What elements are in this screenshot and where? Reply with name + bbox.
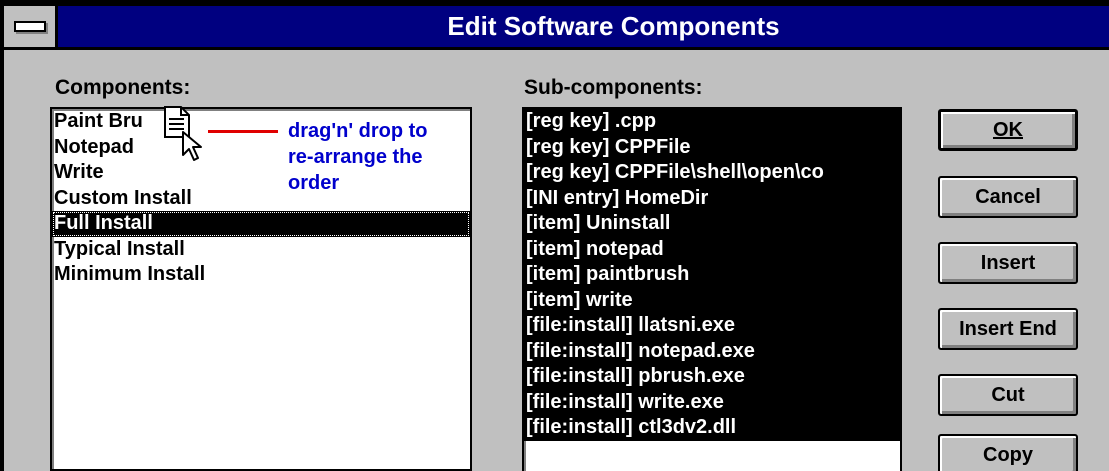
list-item[interactable]: [file:install] write.exe (524, 389, 900, 415)
title-bar[interactable]: Edit Software Components (4, 6, 1109, 50)
annotation-line: order (288, 172, 340, 194)
list-item-selected[interactable]: Full Install (52, 211, 470, 237)
cancel-button[interactable]: Cancel (938, 176, 1078, 218)
annotation-arrow-line (208, 130, 278, 133)
insert-button[interactable]: Insert (938, 242, 1078, 284)
list-item[interactable]: [reg key] CPPFile\shell\open\co (524, 160, 900, 186)
cut-button-label: Cut (991, 384, 1025, 406)
system-menu-icon[interactable] (4, 6, 58, 47)
dialog-window: Edit Software Components Components: Pai… (0, 0, 1109, 471)
annotation-line: drag'n' drop to (288, 120, 428, 142)
arrow-cursor-icon (182, 131, 202, 161)
ok-button[interactable]: OK (938, 109, 1078, 151)
insert-button-label: Insert (980, 252, 1036, 274)
list-item[interactable]: [file:install] llatsni.exe (524, 313, 900, 339)
list-item[interactable]: [item] paintbrush (524, 262, 900, 288)
subcomponents-listbox[interactable]: [reg key] .cpp [reg key] CPPFile [reg ke… (522, 107, 902, 471)
list-item[interactable]: [file:install] pbrush.exe (524, 364, 900, 390)
list-item[interactable]: [reg key] CPPFile (524, 134, 900, 160)
copy-button-label: Copy (983, 444, 1033, 466)
insert-end-button[interactable]: Insert End (938, 308, 1078, 350)
copy-button[interactable]: Copy (938, 434, 1078, 471)
cut-button[interactable]: Cut (938, 374, 1078, 416)
list-item[interactable]: [reg key] .cpp (524, 109, 900, 135)
list-item[interactable]: [file:install] notepad.exe (524, 338, 900, 364)
list-item[interactable]: [INI entry] HomeDir (524, 185, 900, 211)
list-item[interactable]: Minimum Install (52, 262, 470, 288)
list-item[interactable]: [item] notepad (524, 236, 900, 262)
cancel-button-label: Cancel (975, 186, 1041, 208)
list-item[interactable]: [item] Uninstall (524, 211, 900, 237)
ok-button-label: OK (993, 119, 1023, 141)
list-item[interactable]: Typical Install (52, 237, 470, 263)
components-label: Components: (55, 76, 191, 99)
list-item[interactable]: [item] write (524, 287, 900, 313)
annotation-line: re-arrange the (288, 146, 423, 168)
subcomponents-label: Sub-components: (524, 76, 703, 99)
window-title: Edit Software Components (447, 11, 780, 41)
annotation-text: drag'n' drop to re-arrange the order (288, 118, 428, 196)
list-item[interactable]: [file:install] ctl3dv2.dll (524, 415, 900, 441)
insert-end-button-label: Insert End (959, 318, 1057, 340)
